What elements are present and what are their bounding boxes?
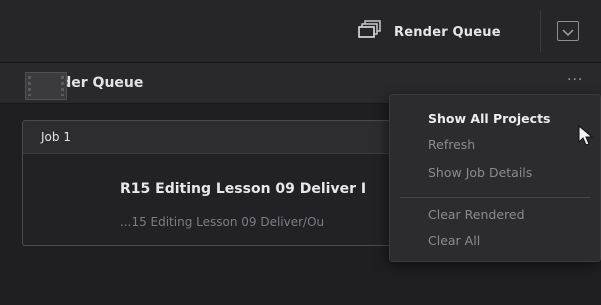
render-queue-toolbar-button[interactable]: Render Queue xyxy=(358,18,501,46)
menu-item-clear-all[interactable]: Clear All xyxy=(390,229,600,253)
job-output-path: ...15 Editing Lesson 09 Deliver/Ou xyxy=(120,215,325,229)
render-queue-toolbar-label: Render Queue xyxy=(394,24,501,40)
panel-options-button[interactable]: ··· xyxy=(567,73,591,91)
film-clip-icon xyxy=(25,72,67,100)
menu-item-refresh[interactable]: Refresh xyxy=(390,133,600,157)
panel-toggle-button[interactable] xyxy=(557,21,579,41)
chevron-down-icon xyxy=(562,22,574,41)
render-queue-stack-icon xyxy=(358,20,384,44)
job-name: Job 1 xyxy=(41,130,71,144)
menu-item-clear-rendered[interactable]: Clear Rendered xyxy=(390,203,600,227)
toolbar-divider xyxy=(540,10,541,52)
mouse-pointer-icon xyxy=(578,124,594,151)
job-header: Job 1 xyxy=(23,121,441,154)
options-context-menu: Show All Projects Refresh Show Job Detai… xyxy=(389,94,601,262)
menu-item-show-all-projects[interactable]: Show All Projects xyxy=(390,107,600,131)
menu-separator xyxy=(400,197,590,198)
job-title: R15 Editing Lesson 09 Deliver I xyxy=(120,181,367,197)
menu-item-show-job-details[interactable]: Show Job Details xyxy=(390,161,600,185)
top-toolbar: Render Queue xyxy=(0,0,601,63)
